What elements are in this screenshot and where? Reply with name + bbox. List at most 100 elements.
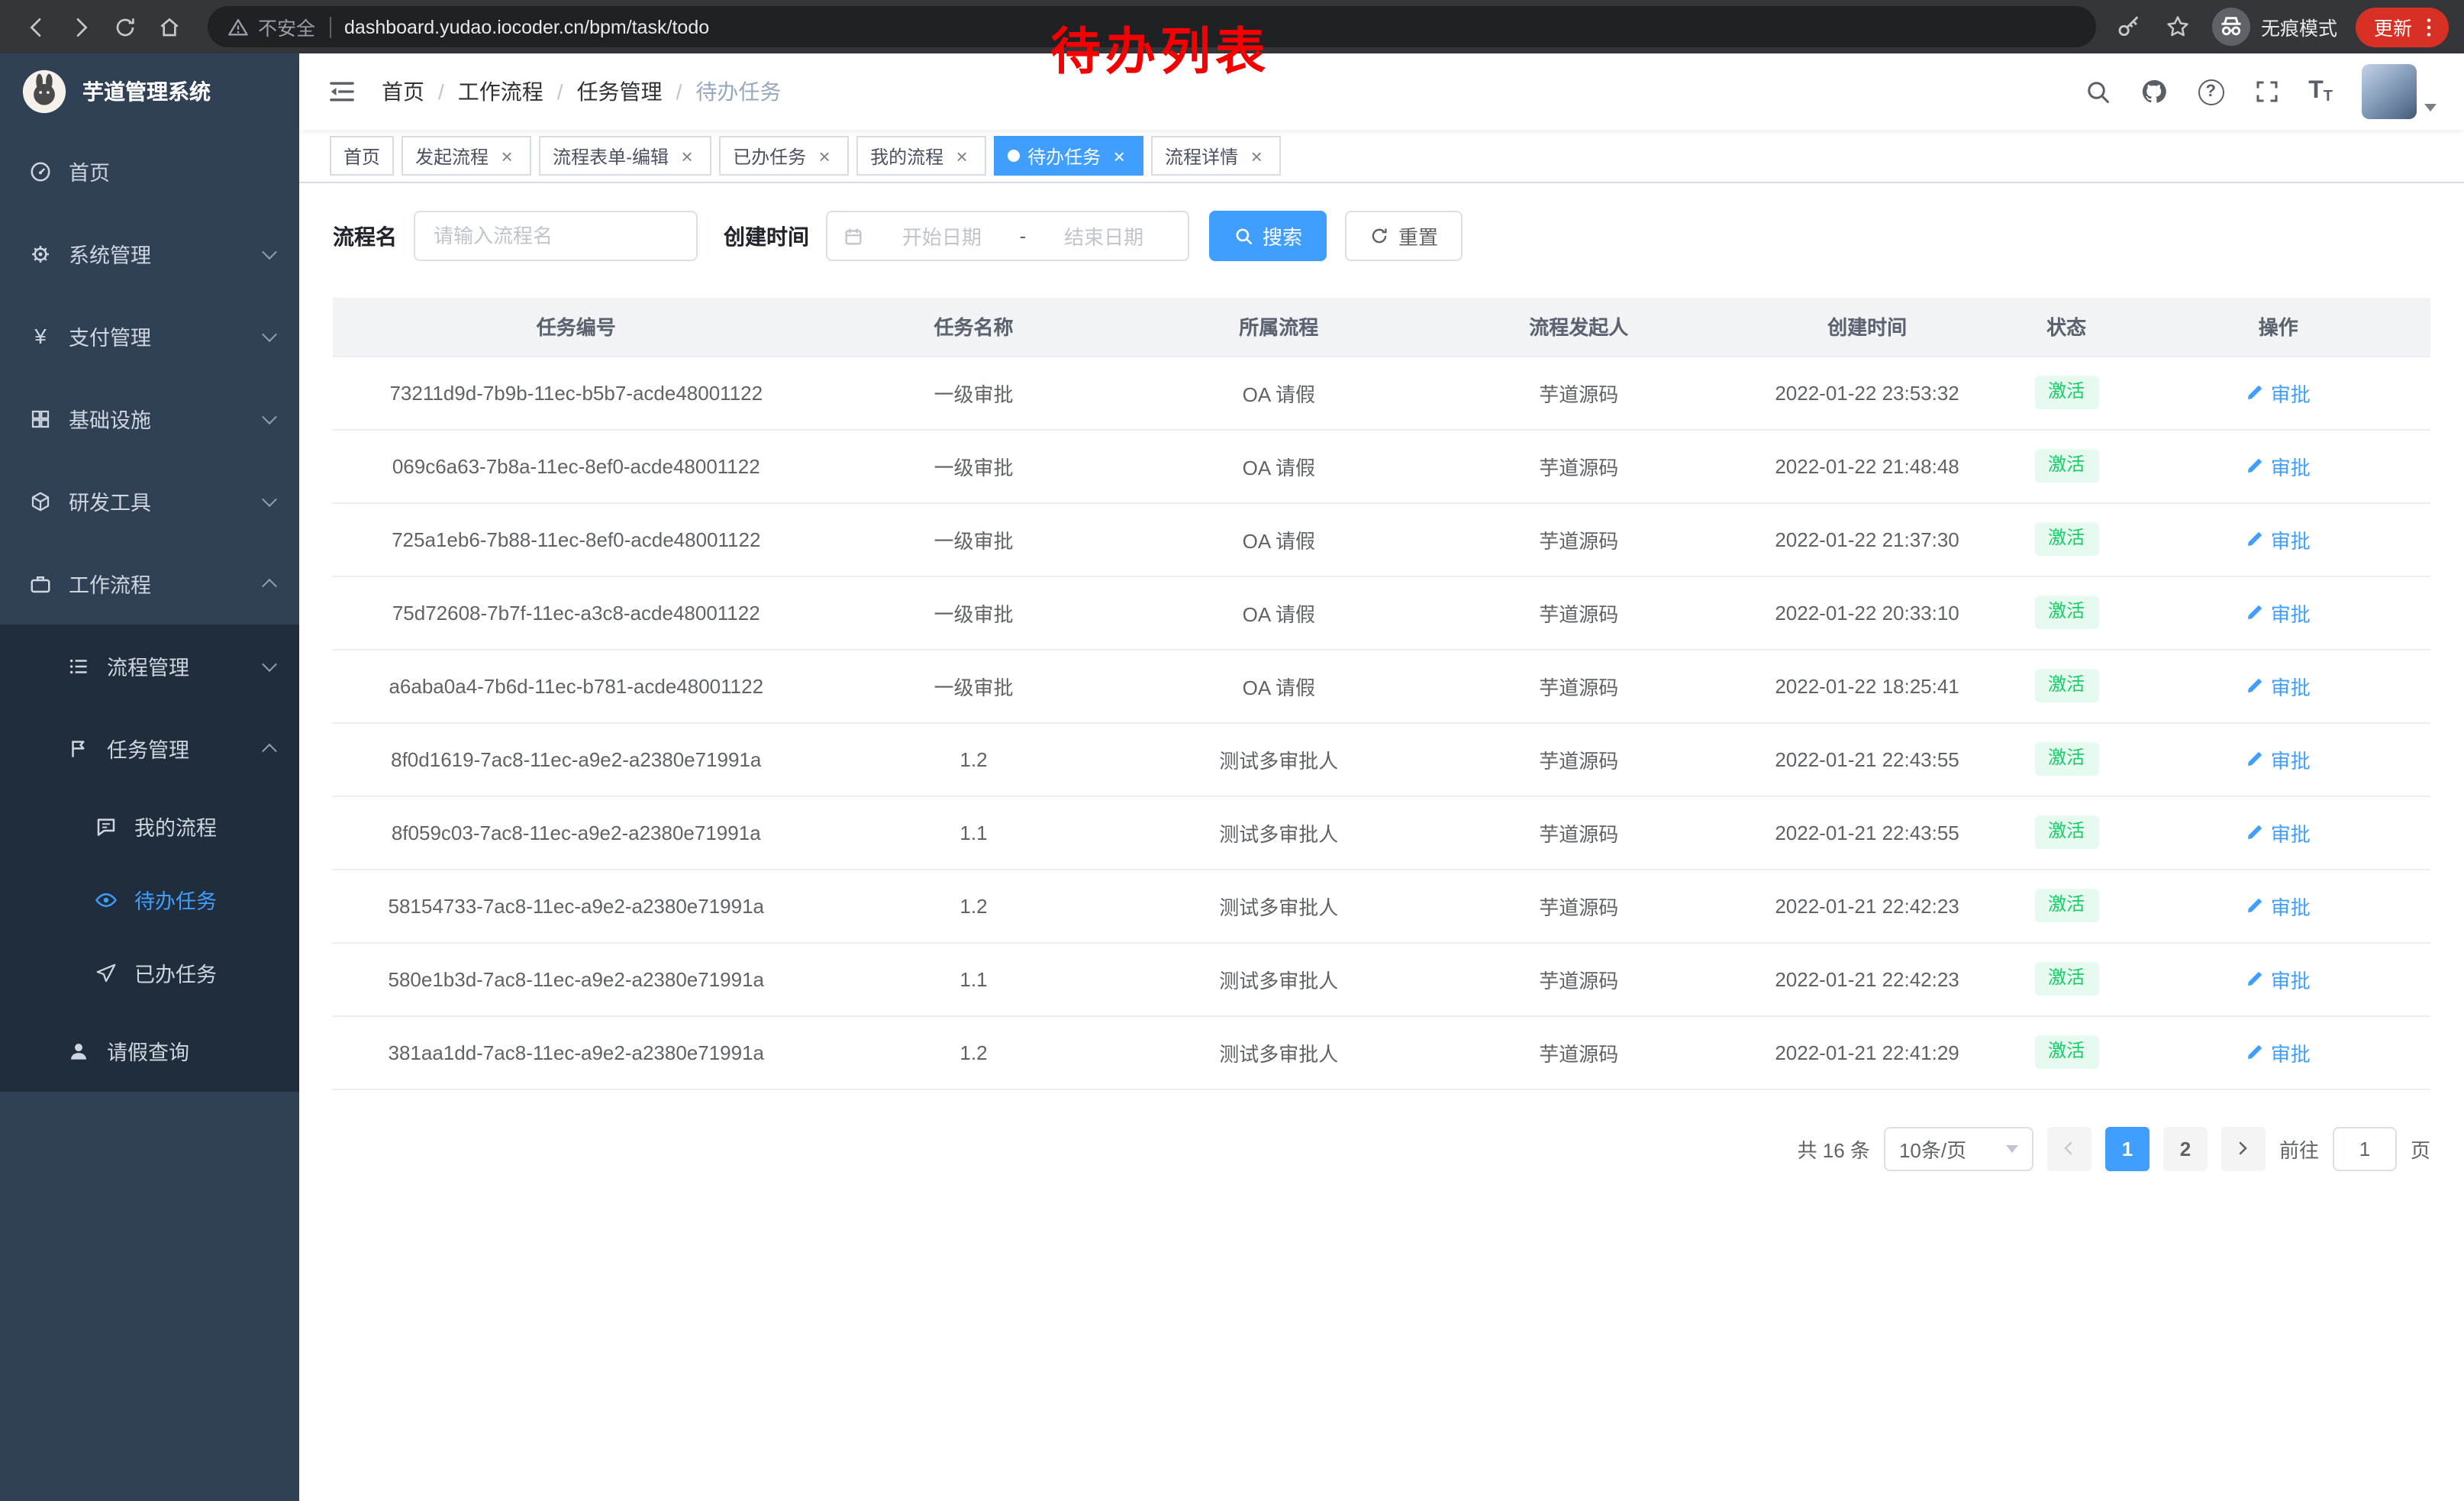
breadcrumb: 首页 / 工作流程 / 任务管理 / 待办任务	[382, 76, 781, 107]
avatar[interactable]	[2362, 64, 2417, 119]
approve-button[interactable]: 审批	[2246, 598, 2311, 627]
action-cell: 审批	[2126, 1015, 2430, 1089]
sidebar-item-label: 系统管理	[69, 238, 151, 269]
task-name-cell: 1.1	[820, 796, 1128, 869]
browser-update-button[interactable]: 更新	[2356, 7, 2449, 47]
bookmark-star-button[interactable]	[2163, 11, 2194, 42]
process-name-input[interactable]	[414, 211, 698, 261]
refresh-button[interactable]	[104, 6, 145, 47]
approve-button[interactable]: 审批	[2246, 891, 2311, 920]
sidebar-item-label: 工作流程	[69, 568, 151, 599]
tab-home[interactable]: 首页	[330, 136, 394, 176]
sidebar-item-leave-query[interactable]: 请假查询	[0, 1009, 299, 1092]
close-icon[interactable]: ×	[1246, 145, 1267, 166]
close-icon[interactable]: ×	[951, 145, 972, 166]
sidebar-item-infra[interactable]: 基础设施	[0, 377, 299, 460]
sidebar-item-payment[interactable]: ¥ 支付管理	[0, 295, 299, 377]
main-area: 首页 / 工作流程 / 任务管理 / 待办任务 ?	[299, 53, 2464, 1501]
password-key-button[interactable]	[2114, 11, 2145, 42]
approve-button[interactable]: 审批	[2246, 744, 2311, 773]
breadcrumb-task-mgmt[interactable]: 任务管理	[577, 76, 663, 107]
sidebar-toggle-button[interactable]	[327, 76, 357, 107]
sidebar-item-todo-task[interactable]: 待办任务	[0, 863, 299, 936]
sidebar-item-devtools[interactable]: 研发工具	[0, 460, 299, 542]
security-status[interactable]: 不安全	[227, 12, 315, 41]
approve-button[interactable]: 审批	[2246, 525, 2311, 554]
tab-form-edit[interactable]: 流程表单-编辑 ×	[539, 136, 711, 176]
goto-page-input[interactable]	[2333, 1126, 2397, 1170]
tab-done-task[interactable]: 已办任务 ×	[719, 136, 849, 176]
sidebar-item-home[interactable]: 首页	[0, 130, 299, 212]
sidebar-item-my-process[interactable]: 我的流程	[0, 789, 299, 863]
close-icon[interactable]: ×	[676, 145, 698, 166]
grid-icon	[29, 407, 52, 430]
create-time-label: 创建时间	[724, 221, 809, 251]
goto-label: 前往	[2279, 1134, 2319, 1163]
close-icon[interactable]: ×	[1108, 145, 1130, 166]
status-cell: 激活	[2007, 576, 2127, 649]
close-icon[interactable]: ×	[496, 145, 518, 166]
approve-button[interactable]: 审批	[2246, 451, 2311, 480]
app-logo[interactable]: 芋道管理系统	[0, 53, 299, 130]
task-id-cell: a6aba0a4-7b6d-11ec-b781-acde48001122	[333, 649, 820, 722]
task-id-cell: 381aa1dd-7ac8-11ec-a9e2-a2380e71991a	[333, 1015, 820, 1089]
approve-button[interactable]: 审批	[2246, 1038, 2311, 1067]
tab-todo-task[interactable]: 待办任务 ×	[994, 136, 1143, 176]
process-cell: OA 请假	[1127, 576, 1430, 649]
prev-page-button[interactable]	[2047, 1126, 2091, 1170]
close-icon[interactable]: ×	[814, 145, 835, 166]
page-size-select[interactable]: 10条/页	[1884, 1126, 2033, 1170]
breadcrumb-workflow[interactable]: 工作流程	[458, 76, 543, 107]
help-button[interactable]: ?	[2195, 76, 2226, 107]
chevron-down-icon	[262, 491, 277, 506]
incognito-label: 无痕模式	[2261, 12, 2337, 41]
page-button-2[interactable]: 2	[2163, 1126, 2208, 1170]
home-button[interactable]	[148, 6, 189, 47]
approve-button[interactable]: 审批	[2246, 818, 2311, 847]
sidebar-item-task-mgmt[interactable]: 任务管理	[0, 707, 299, 789]
incognito-badge[interactable]: 无痕模式	[2212, 8, 2337, 46]
forward-button[interactable]	[60, 6, 101, 47]
github-link[interactable]	[2139, 76, 2169, 107]
page-button-1[interactable]: 1	[2105, 1126, 2150, 1170]
table-row: 8f0d1619-7ac8-11ec-a9e2-a2380e71991a 1.2…	[333, 722, 2430, 796]
next-page-button[interactable]	[2221, 1126, 2266, 1170]
tab-process-detail[interactable]: 流程详情 ×	[1151, 136, 1281, 176]
header-search-button[interactable]	[2082, 76, 2113, 107]
edit-icon	[2246, 823, 2265, 841]
approve-button[interactable]: 审批	[2246, 671, 2311, 700]
font-size-button[interactable]: T T	[2308, 78, 2333, 105]
update-label: 更新	[2374, 12, 2412, 41]
fullscreen-button[interactable]	[2252, 76, 2282, 107]
status-badge: 激活	[2034, 815, 2098, 848]
back-button[interactable]	[15, 6, 56, 47]
sidebar-item-process-mgmt[interactable]: 流程管理	[0, 625, 299, 707]
user-menu[interactable]	[2362, 64, 2437, 119]
breadcrumb-current: 待办任务	[695, 76, 781, 107]
edit-icon	[2246, 970, 2265, 988]
sidebar-item-done-task[interactable]: 已办任务	[0, 936, 299, 1009]
breadcrumb-home[interactable]: 首页	[382, 76, 424, 107]
search-button[interactable]: 搜索	[1209, 211, 1327, 261]
starter-cell: 芋道源码	[1430, 429, 1727, 502]
approve-button[interactable]: 审批	[2246, 378, 2311, 407]
sidebar-item-workflow[interactable]: 工作流程	[0, 542, 299, 625]
approve-button[interactable]: 审批	[2246, 964, 2311, 993]
sidebar-item-system[interactable]: 系统管理	[0, 212, 299, 295]
reset-button[interactable]: 重置	[1345, 211, 1463, 261]
tab-start-process[interactable]: 发起流程 ×	[402, 136, 531, 176]
task-id-cell: 8f059c03-7ac8-11ec-a9e2-a2380e71991a	[333, 796, 820, 869]
home-icon	[156, 15, 181, 39]
active-tab-dot	[1008, 150, 1020, 162]
search-icon	[2084, 78, 2111, 105]
task-name-cell: 1.1	[820, 942, 1128, 1015]
range-separator: -	[1020, 224, 1027, 247]
date-range-picker[interactable]: 开始日期 - 结束日期	[826, 211, 1189, 261]
action-cell: 审批	[2126, 649, 2430, 722]
sidebar-item-label: 支付管理	[69, 321, 151, 351]
breadcrumb-separator: /	[557, 79, 563, 104]
font-size-icon: T	[2308, 78, 2324, 105]
tab-my-process[interactable]: 我的流程 ×	[856, 136, 986, 176]
chrome-toolbar-right: 无痕模式 更新	[2114, 7, 2449, 47]
edit-icon	[2246, 383, 2265, 402]
